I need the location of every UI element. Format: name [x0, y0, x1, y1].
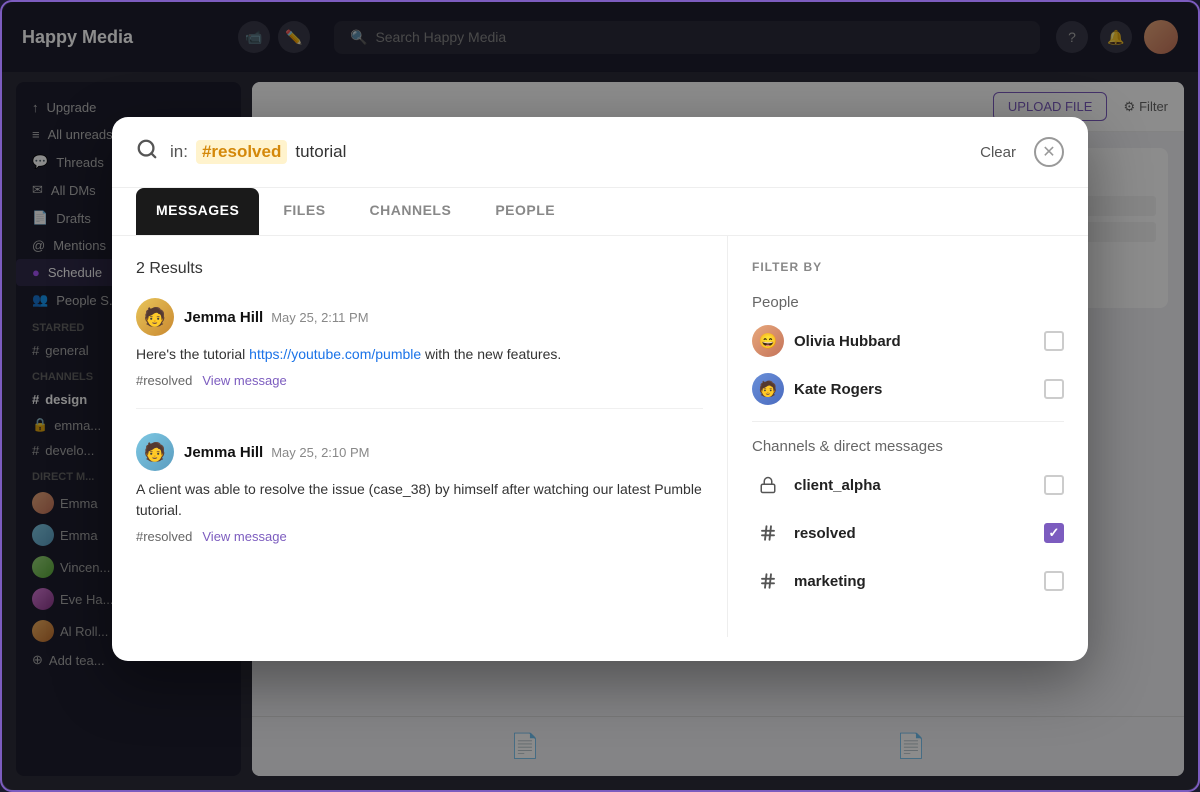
filter-item-marketing: marketing	[752, 565, 1064, 597]
search-input-content[interactable]: in: #resolved tutorial	[170, 140, 960, 164]
result-time-1: May 25, 2:11 PM	[271, 310, 368, 325]
hash-icon-marketing	[752, 565, 784, 597]
filter-name-olivia: Olivia Hubbard	[794, 333, 901, 350]
result-channel-1: #resolved	[136, 373, 192, 388]
result-item-2: 🧑 Jemma Hill May 25, 2:10 PM A client wa…	[136, 433, 703, 564]
result-avatar-1: 🧑	[136, 298, 174, 336]
filter-checkbox-marketing[interactable]	[1044, 571, 1064, 591]
search-tabs: MESSAGES FILES CHANNELS PEOPLE	[112, 188, 1088, 236]
clear-button[interactable]: Clear	[972, 140, 1024, 165]
lock-icon	[752, 469, 784, 501]
filter-name-marketing: marketing	[794, 573, 866, 590]
filter-checkbox-olivia[interactable]	[1044, 331, 1064, 351]
tab-files[interactable]: FILES	[263, 188, 345, 235]
filter-channels-title: Channels & direct messages	[752, 438, 1064, 455]
filter-name-client-alpha: client_alpha	[794, 477, 881, 494]
filter-avatar-olivia: 😄	[752, 325, 784, 357]
filter-checkbox-client-alpha[interactable]	[1044, 475, 1064, 495]
close-button[interactable]: ✕	[1034, 137, 1064, 167]
result-text-2: A client was able to resolve the issue (…	[136, 479, 703, 521]
search-bar[interactable]: in: #resolved tutorial Clear ✕	[112, 117, 1088, 188]
view-message-link-2[interactable]: View message	[202, 529, 286, 544]
result-link-1[interactable]: https://youtube.com/pumble	[249, 346, 421, 362]
result-text-1: Here's the tutorial https://youtube.com/…	[136, 344, 703, 365]
filter-item-client-alpha: client_alpha	[752, 469, 1064, 501]
result-item: 🧑 Jemma Hill May 25, 2:11 PM Here's the …	[136, 298, 703, 409]
filter-avatar-kate: 🧑	[752, 373, 784, 405]
results-panel: 2 Results 🧑 Jemma Hill May 25, 2:11 PM H…	[112, 236, 728, 637]
modal-body: 2 Results 🧑 Jemma Hill May 25, 2:11 PM H…	[112, 236, 1088, 637]
filter-checkbox-resolved[interactable]	[1044, 523, 1064, 543]
filter-item-resolved: resolved	[752, 517, 1064, 549]
search-icon	[136, 138, 158, 166]
filter-name-resolved: resolved	[794, 525, 856, 542]
filter-divider	[752, 421, 1064, 422]
result-time-2: May 25, 2:10 PM	[271, 445, 369, 460]
search-in-label: in:	[170, 142, 188, 162]
results-count: 2 Results	[136, 260, 703, 278]
tab-people[interactable]: PEOPLE	[475, 188, 575, 235]
filter-title: FILTER BY	[752, 260, 1064, 274]
view-message-link-1[interactable]: View message	[202, 373, 286, 388]
result-author-2: Jemma Hill	[184, 444, 263, 461]
hash-icon-resolved	[752, 517, 784, 549]
result-avatar-2: 🧑	[136, 433, 174, 471]
filter-item-kate: 🧑 Kate Rogers	[752, 373, 1064, 405]
search-query-text: tutorial	[295, 142, 346, 162]
filter-people-title: People	[752, 294, 1064, 311]
filter-panel: FILTER BY People 😄 Olivia Hubbard	[728, 236, 1088, 637]
result-author-1: Jemma Hill	[184, 309, 263, 326]
filter-item-olivia: 😄 Olivia Hubbard	[752, 325, 1064, 357]
filter-checkbox-kate[interactable]	[1044, 379, 1064, 399]
search-modal: in: #resolved tutorial Clear ✕ MESSAGES …	[112, 117, 1088, 661]
filter-name-kate: Kate Rogers	[794, 381, 882, 398]
tab-channels[interactable]: CHANNELS	[350, 188, 472, 235]
search-channel-tag: #resolved	[196, 140, 287, 164]
tab-messages[interactable]: MESSAGES	[136, 188, 259, 235]
result-channel-2: #resolved	[136, 529, 192, 544]
